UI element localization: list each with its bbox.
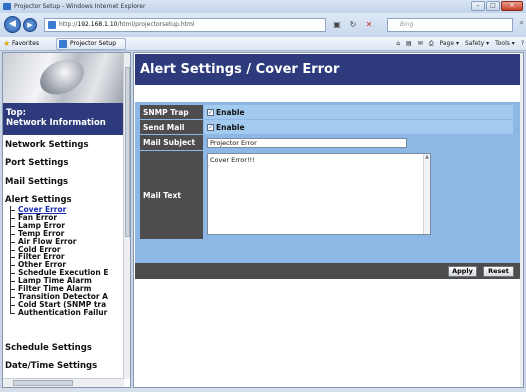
help-icon[interactable]: ?: [521, 37, 524, 51]
nav-schedule-settings[interactable]: Schedule Settings: [5, 343, 92, 353]
mail-subject-label: Mail Subject: [140, 135, 203, 150]
content-frame: Alert Settings / Cover Error SNMP Trap ✓…: [133, 52, 524, 388]
send-mail-label: Send Mail: [140, 120, 203, 134]
window-controls: – □ ✕: [471, 1, 523, 11]
apply-button[interactable]: Apply: [448, 266, 477, 277]
window-title: Projector Setup - Windows Internet Explo…: [14, 3, 146, 10]
home-icon[interactable]: ⌂: [396, 37, 400, 51]
nav-date-time-settings[interactable]: Date/Time Settings: [5, 361, 97, 371]
reset-button[interactable]: Reset: [483, 266, 514, 277]
refresh-icon[interactable]: ↻: [346, 18, 360, 32]
close-icon[interactable]: ✕: [501, 1, 523, 11]
nav-mail-settings[interactable]: Mail Settings: [5, 177, 68, 187]
stop-icon[interactable]: ✕: [362, 18, 376, 32]
mail-text-textarea[interactable]: Cover Error!!! ▲: [207, 153, 431, 235]
action-bar: Apply Reset: [135, 263, 521, 279]
command-bar: ⌂ ▤ ✉ ⎙ Page ▾ Safety ▾ Tools ▾ ?: [396, 37, 524, 51]
favorites-star-icon[interactable]: ★: [3, 37, 10, 51]
send-mail-enable-label: Enable: [216, 122, 245, 132]
nav-scroll-thumb[interactable]: [125, 67, 130, 237]
favorites-bar: ★ Favorites Projector Setup ⌂ ▤ ✉ ⎙ Page…: [0, 37, 526, 51]
nav-network-settings[interactable]: Network Settings: [5, 140, 89, 150]
nav-vertical-scrollbar[interactable]: [123, 53, 130, 379]
address-actions: ▣ ↻ ✕: [330, 18, 376, 32]
textarea-scrollbar[interactable]: ▲: [423, 154, 430, 234]
alert-settings-list: Cover Error Fan Error Lamp Error Temp Er…: [9, 206, 124, 317]
mail-text-label: Mail Text: [140, 151, 203, 239]
compatibility-icon[interactable]: ▣: [330, 18, 344, 32]
top-network-information-link[interactable]: Top: Network Information: [3, 103, 124, 135]
mail-text-content: Cover Error!!!: [210, 156, 255, 164]
forward-arrow-icon[interactable]: ▶: [23, 18, 37, 32]
tab-page-icon: [59, 40, 67, 48]
ie-app-icon: [3, 3, 11, 10]
snmp-trap-enable-label: Enable: [216, 107, 245, 117]
search-input[interactable]: Bing: [387, 18, 513, 32]
mail-subject-input[interactable]: Projector Error: [207, 137, 407, 148]
maximize-icon[interactable]: □: [486, 1, 500, 11]
mail-subject-row: Mail Subject Projector Error: [140, 135, 513, 150]
snmp-trap-checkbox[interactable]: ✓: [207, 108, 214, 116]
content-scrollbar[interactable]: [520, 53, 523, 387]
page-title: Alert Settings / Cover Error: [135, 54, 521, 85]
favorites-button[interactable]: Favorites: [12, 37, 39, 51]
projector-lens-image: [34, 53, 90, 102]
page-icon: [48, 21, 56, 29]
address-toolbar: ◀ ▶ http://192.168.1.10/html/projectorse…: [0, 13, 526, 37]
minimize-icon[interactable]: –: [471, 1, 485, 11]
nav-port-settings[interactable]: Port Settings: [5, 158, 68, 168]
page-menu[interactable]: Page ▾: [440, 37, 459, 51]
nav-item-authentication-failure[interactable]: Authentication Failur: [9, 304, 124, 317]
snmp-trap-row: SNMP Trap ✓ Enable: [140, 105, 513, 119]
nav-hscroll-thumb[interactable]: [13, 380, 73, 386]
safety-menu[interactable]: Safety ▾: [465, 37, 489, 51]
snmp-trap-label: SNMP Trap: [140, 105, 203, 119]
search-icon[interactable]: ⌕: [520, 18, 524, 28]
address-input[interactable]: http://192.168.1.10/html/projectorsetup.…: [44, 18, 326, 32]
print-icon[interactable]: ⎙: [429, 37, 434, 51]
nav-alert-settings[interactable]: Alert Settings: [5, 195, 72, 205]
window-titlebar: Projector Setup - Windows Internet Explo…: [0, 0, 526, 13]
back-arrow-icon[interactable]: ◀: [4, 16, 21, 33]
tools-menu[interactable]: Tools ▾: [495, 37, 515, 51]
tab-projector-setup[interactable]: Projector Setup: [56, 38, 126, 50]
projector-logo-banner: [3, 53, 124, 103]
feeds-icon[interactable]: ▤: [406, 37, 412, 51]
navigation-frame: Top: Network Information Network Setting…: [2, 52, 131, 388]
nav-horizontal-scrollbar[interactable]: [3, 378, 124, 387]
mail-text-row: Mail Text Cover Error!!! ▲: [140, 151, 513, 239]
mail-icon[interactable]: ✉: [418, 37, 423, 51]
send-mail-row: Send Mail ✓ Enable: [140, 120, 513, 134]
send-mail-checkbox[interactable]: ✓: [207, 123, 214, 131]
status-bar: [0, 388, 526, 392]
